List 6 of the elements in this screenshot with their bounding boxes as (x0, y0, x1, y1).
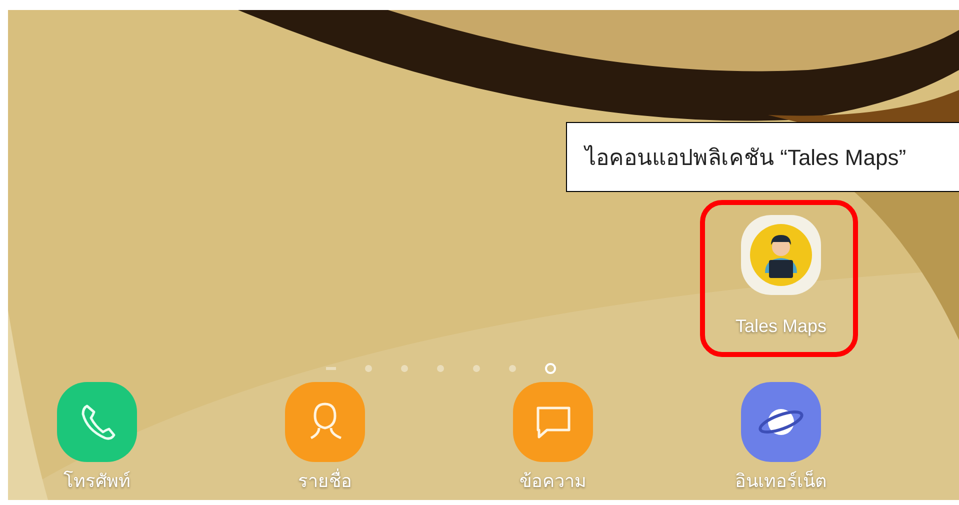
app-label: ข้อความ (520, 470, 586, 493)
app-label: Tales Maps (735, 315, 827, 338)
app-label: โทรศัพท์ (64, 470, 130, 493)
callout-text: ไอคอนแอปพลิเคชัน “Tales Maps” (585, 144, 906, 172)
app-label: รายชื่อ (298, 468, 352, 494)
app-label: อินเทอร์เน็ต (735, 469, 827, 493)
